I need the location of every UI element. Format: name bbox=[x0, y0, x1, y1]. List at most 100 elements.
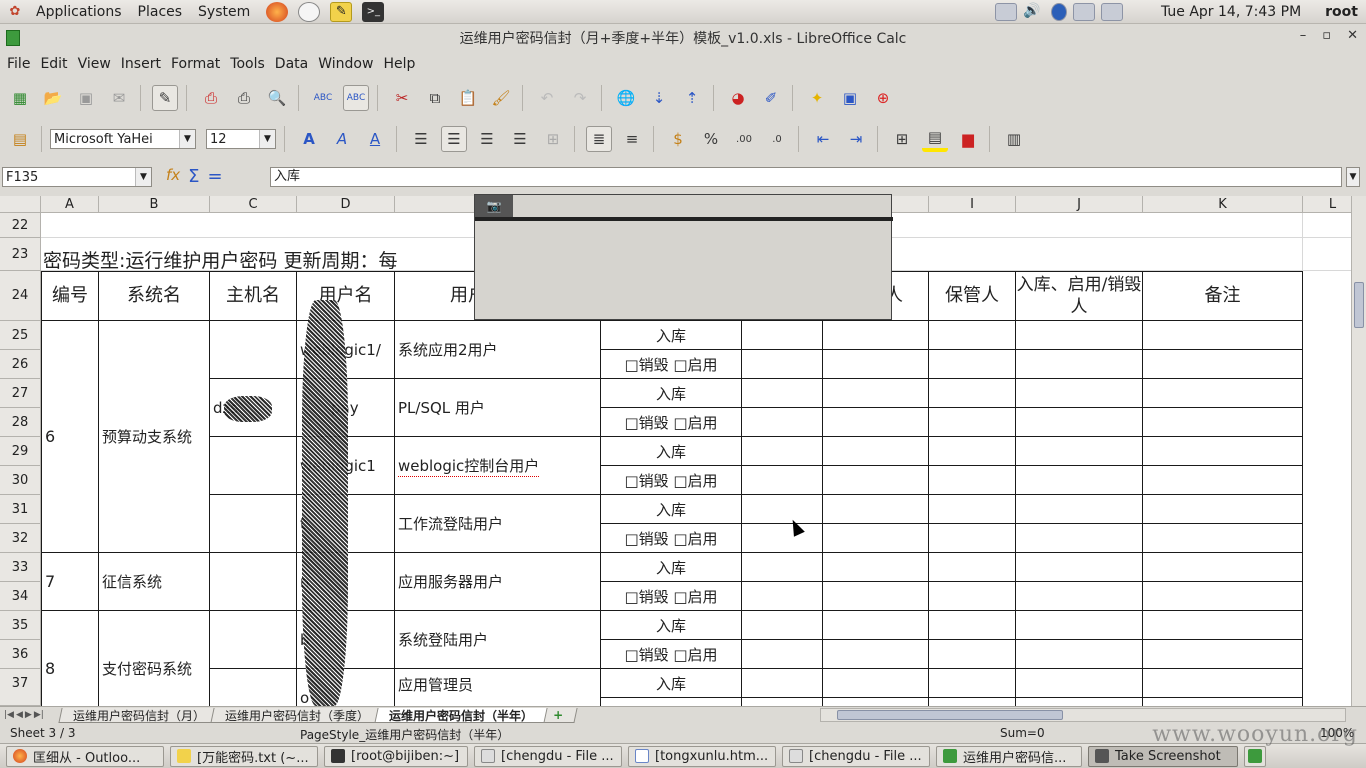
empty-cell[interactable] bbox=[1016, 553, 1143, 582]
usage-cell[interactable]: 系统应用2用户 bbox=[395, 321, 601, 379]
header-system[interactable]: 系统名 bbox=[99, 271, 210, 321]
screenshot-tool-window[interactable]: 📷 bbox=[474, 194, 893, 320]
empty-cell[interactable] bbox=[1143, 437, 1303, 466]
clock[interactable]: Tue Apr 14, 7:43 PM bbox=[1161, 4, 1301, 20]
sort-descending-icon[interactable]: ⇡ bbox=[679, 85, 705, 111]
status-out-cell[interactable]: □销毁 □启用 bbox=[601, 466, 742, 495]
system-menu[interactable]: System bbox=[198, 4, 250, 20]
empty-cell[interactable] bbox=[823, 495, 929, 524]
first-sheet-icon[interactable]: |◀ bbox=[4, 710, 14, 720]
empty-cell[interactable] bbox=[1143, 408, 1303, 437]
cut-icon[interactable]: ✂ bbox=[389, 85, 415, 111]
menu-view[interactable]: View bbox=[78, 56, 111, 72]
gallery-icon[interactable]: ▣ bbox=[837, 85, 863, 111]
chart-icon[interactable]: ◕ bbox=[725, 85, 751, 111]
empty-cell[interactable] bbox=[1016, 466, 1143, 495]
row-header-32[interactable]: 32 bbox=[0, 524, 41, 553]
print-icon[interactable]: ⎙ bbox=[231, 85, 257, 111]
chevron-down-icon[interactable]: ▼ bbox=[135, 168, 151, 186]
empty-cell[interactable] bbox=[742, 408, 823, 437]
usage-cell[interactable]: 应用管理员 bbox=[395, 669, 601, 706]
empty-cell[interactable] bbox=[823, 437, 929, 466]
hyperlink-icon[interactable]: 🌐 bbox=[613, 85, 639, 111]
align-vertical-icon[interactable]: ≡ bbox=[619, 126, 645, 152]
empty-cell[interactable] bbox=[1016, 524, 1143, 553]
empty-cell[interactable] bbox=[742, 379, 823, 408]
usage-cell[interactable]: 系统登陆用户 bbox=[395, 611, 601, 669]
empty-cell[interactable] bbox=[742, 321, 823, 350]
empty-cell[interactable] bbox=[1016, 379, 1143, 408]
row-header-28[interactable]: 28 bbox=[0, 408, 41, 437]
row-header-33[interactable]: 33 bbox=[0, 553, 41, 582]
menu-window[interactable]: Window bbox=[318, 56, 373, 72]
empty-cell[interactable] bbox=[929, 321, 1016, 350]
tab-sheet-quarter[interactable]: 运维用户密码信封（季度） bbox=[210, 708, 384, 723]
empty-cell[interactable] bbox=[742, 611, 823, 640]
bluetooth-icon[interactable] bbox=[1050, 3, 1067, 21]
empty-cell[interactable] bbox=[742, 640, 823, 669]
empty-cell[interactable] bbox=[1016, 611, 1143, 640]
vertical-scroll-thumb[interactable] bbox=[1354, 282, 1364, 328]
row-header-26[interactable]: 26 bbox=[0, 350, 41, 379]
gnome-foot-icon[interactable]: ✿ bbox=[4, 2, 26, 22]
empty-cell[interactable] bbox=[823, 553, 929, 582]
header-host[interactable]: 主机名 bbox=[210, 271, 297, 321]
header-keeper[interactable]: 保管人 bbox=[929, 271, 1016, 321]
save-icon[interactable]: ▣ bbox=[73, 85, 99, 111]
empty-cell[interactable] bbox=[742, 524, 823, 553]
bold-icon[interactable]: A bbox=[296, 126, 322, 152]
status-in-cell[interactable]: 入库 bbox=[601, 669, 742, 698]
empty-cell[interactable] bbox=[742, 437, 823, 466]
formula-icon[interactable]: = bbox=[208, 166, 223, 187]
places-menu[interactable]: Places bbox=[138, 4, 183, 20]
empty-cell[interactable] bbox=[1143, 640, 1303, 669]
header-no[interactable]: 编号 bbox=[41, 271, 99, 321]
empty-cell[interactable] bbox=[823, 321, 929, 350]
status-out-cell[interactable] bbox=[601, 698, 742, 706]
col-header-a[interactable]: A bbox=[41, 196, 99, 213]
empty-cell[interactable] bbox=[823, 379, 929, 408]
col-header-c[interactable]: C bbox=[210, 196, 297, 213]
taskbar-tongxunlu[interactable]: [tongxunlu.htm... bbox=[628, 745, 776, 767]
usage-cell[interactable]: 应用服务器用户 bbox=[395, 553, 601, 611]
empty-cell[interactable] bbox=[742, 553, 823, 582]
empty-cell[interactable] bbox=[929, 553, 1016, 582]
email-icon[interactable]: ✉ bbox=[106, 85, 132, 111]
host-cell[interactable] bbox=[210, 553, 297, 611]
empty-cell[interactable] bbox=[1016, 669, 1143, 698]
empty-cell[interactable] bbox=[929, 466, 1016, 495]
host-cell[interactable] bbox=[210, 495, 297, 553]
formula-input[interactable]: 入库 bbox=[270, 167, 1342, 187]
status-in-cell[interactable]: 入库 bbox=[601, 437, 742, 466]
row-header-27[interactable]: 27 bbox=[0, 379, 41, 408]
empty-cell[interactable] bbox=[742, 669, 823, 698]
row-header-29[interactable]: 29 bbox=[0, 437, 41, 466]
open-icon[interactable]: 📂 bbox=[40, 85, 66, 111]
col-header-i[interactable]: I bbox=[929, 196, 1016, 213]
copy-icon[interactable]: ⧉ bbox=[422, 85, 448, 111]
maximize-button[interactable]: ▫ bbox=[1322, 28, 1331, 43]
empty-cell[interactable] bbox=[1143, 321, 1303, 350]
empty-cell[interactable] bbox=[929, 640, 1016, 669]
empty-cell[interactable] bbox=[1143, 466, 1303, 495]
row-header-24[interactable]: 24 bbox=[0, 271, 41, 321]
paste-icon[interactable]: 📋 bbox=[455, 85, 481, 111]
header-status[interactable]: 入库、启用/销毁人 bbox=[1016, 271, 1143, 321]
align-left-icon[interactable]: ☰ bbox=[408, 126, 434, 152]
taskbar-outlook[interactable]: 匡细从 - Outloo... bbox=[6, 745, 164, 767]
sort-ascending-icon[interactable]: ⇣ bbox=[646, 85, 672, 111]
row-header-37[interactable]: 37 bbox=[0, 669, 41, 706]
export-pdf-icon[interactable]: ⎙ bbox=[198, 85, 224, 111]
taskbar-terminal[interactable]: [root@bijiben:~] bbox=[324, 745, 468, 767]
chevron-down-icon[interactable]: ▼ bbox=[179, 130, 195, 148]
empty-cell[interactable] bbox=[742, 495, 823, 524]
row-header-22[interactable]: 22 bbox=[0, 213, 41, 238]
menu-format[interactable]: Format bbox=[171, 56, 220, 72]
empty-cell[interactable] bbox=[1016, 321, 1143, 350]
tab-navigation[interactable]: |◀ ◀ ▶ ▶| bbox=[0, 707, 60, 723]
background-color-icon[interactable]: ▤ bbox=[922, 126, 948, 152]
empty-cell[interactable] bbox=[742, 466, 823, 495]
col-header-j[interactable]: J bbox=[1016, 196, 1143, 213]
function-wizard-icon[interactable]: fx bbox=[166, 166, 180, 187]
empty-cell[interactable] bbox=[1143, 350, 1303, 379]
